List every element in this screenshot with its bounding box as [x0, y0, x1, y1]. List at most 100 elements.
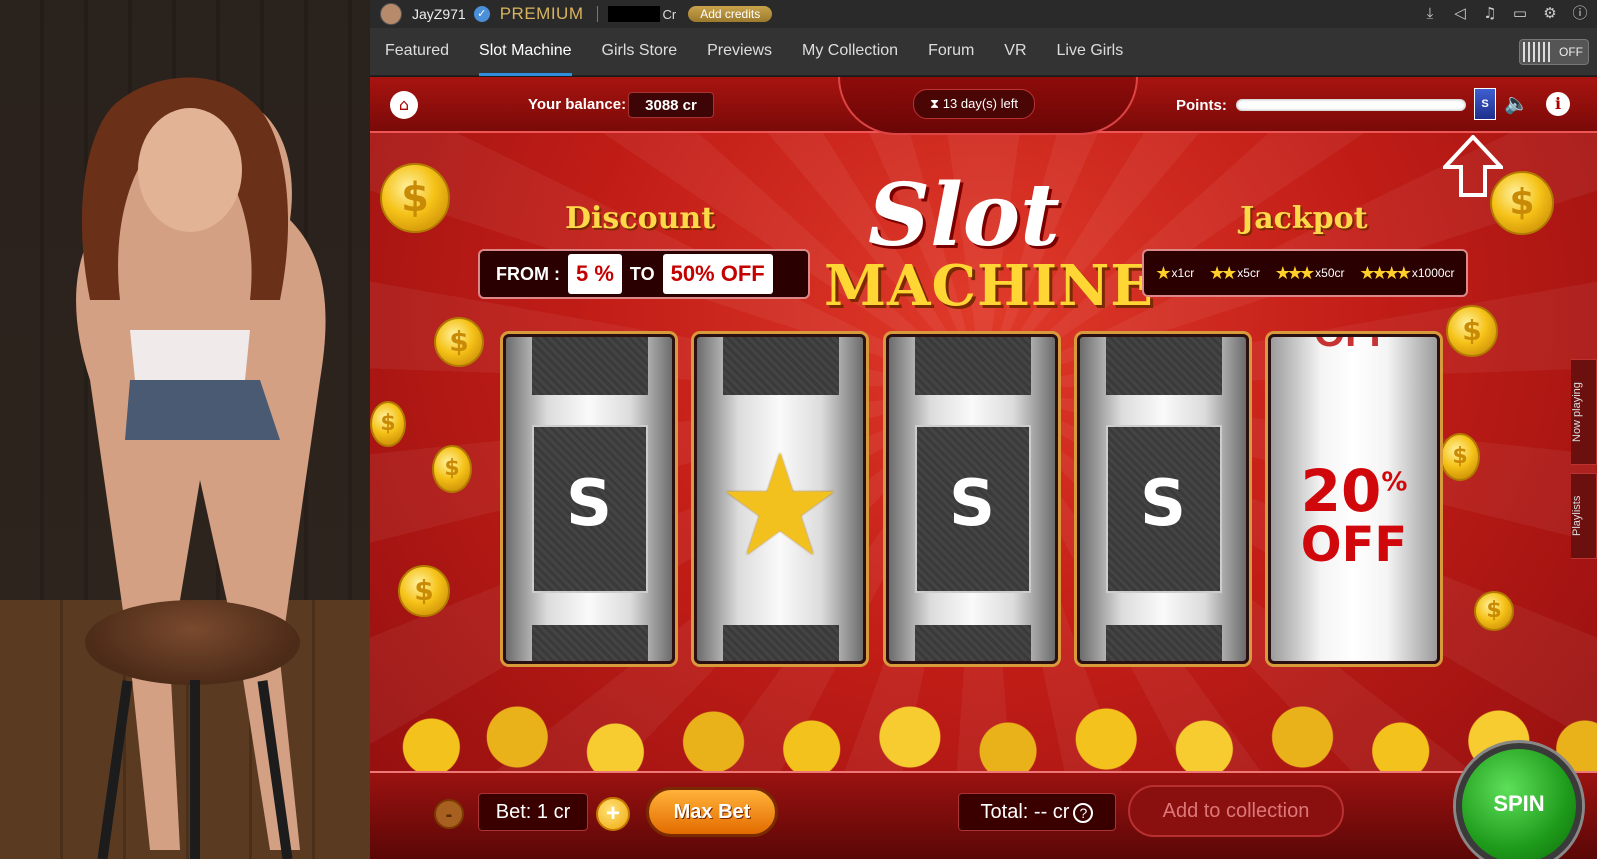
- nav-girls-store[interactable]: Girls Store: [587, 28, 693, 76]
- coin-icon: $: [1474, 591, 1514, 631]
- nav-live-girls[interactable]: Live Girls: [1042, 28, 1139, 76]
- tab-playlists[interactable]: Playlists: [1571, 473, 1597, 559]
- home-icon[interactable]: ⌂: [390, 91, 418, 119]
- bet-controls: - Bet: 1 cr + Max Bet Total: -- cr? Add …: [370, 771, 1597, 859]
- title-machine: MACHINE: [824, 253, 1154, 319]
- music-icon[interactable]: ♫: [1481, 4, 1499, 22]
- info-button-icon[interactable]: i: [1546, 92, 1570, 116]
- avatar[interactable]: [380, 3, 402, 25]
- jackpot-item: ★ x1cr: [1155, 263, 1194, 284]
- jackpot-title: Jackpot: [1240, 201, 1368, 236]
- download-icon[interactable]: ⤓: [1421, 4, 1439, 22]
- gear-icon[interactable]: ⚙: [1541, 4, 1559, 22]
- total-text: Total: -- cr: [980, 801, 1070, 823]
- credits-value-redacted: [608, 6, 661, 22]
- coin-icon: $: [380, 163, 450, 233]
- reel-3: S: [886, 334, 1058, 664]
- s-logo-icon: S: [948, 467, 996, 541]
- reel-2: ★: [694, 334, 866, 664]
- title-slot: Slot: [868, 165, 1060, 266]
- nav-vr[interactable]: VR: [989, 28, 1041, 76]
- reel-5-percent-value: 20: [1300, 457, 1382, 525]
- jackpot-item: ★★ x5cr: [1209, 263, 1260, 284]
- days-left-badge: ⧗ 13 day(s) left: [913, 89, 1035, 119]
- coin-icon: $: [398, 565, 450, 617]
- reel-stripe: [915, 625, 1031, 661]
- info-icon[interactable]: ⓘ: [1571, 4, 1589, 22]
- announce-icon[interactable]: ◁: [1451, 4, 1469, 22]
- coin-icon: $: [434, 317, 484, 367]
- sound-icon[interactable]: 🔈: [1504, 91, 1529, 117]
- bet-value: Bet: 1 cr: [478, 793, 588, 831]
- discount-to-label: TO: [629, 263, 655, 284]
- add-credits-button[interactable]: Add credits: [688, 6, 773, 22]
- tab-now-playing[interactable]: Now playing: [1571, 359, 1597, 465]
- coin-pile: [370, 677, 1597, 777]
- jackpot-label: x1000cr: [1411, 266, 1455, 280]
- promo-photo: [0, 0, 370, 859]
- days-left-text: 13 day(s) left: [942, 96, 1018, 111]
- toggle-label: OFF: [1559, 45, 1583, 59]
- monitor-icon[interactable]: ▭: [1511, 4, 1529, 22]
- toggle-grip-icon: [1523, 42, 1553, 62]
- coin-icon: $: [432, 445, 472, 493]
- username[interactable]: JayZ971: [412, 6, 466, 22]
- jackpot-item: ★★★★ x1000cr: [1359, 263, 1454, 284]
- nav-previews[interactable]: Previews: [692, 28, 787, 76]
- coin-icon: $: [1446, 305, 1498, 357]
- main-nav: Featured Slot Machine Girls Store Previe…: [370, 28, 1597, 76]
- star-icon: ★★★: [1274, 262, 1315, 284]
- nav-forum[interactable]: Forum: [913, 28, 989, 76]
- reel-stripe: [1106, 337, 1222, 395]
- star-icon: ★★★★: [1359, 262, 1412, 284]
- reel-stripe: [532, 337, 648, 395]
- reel-5-percent: 20%: [1271, 457, 1437, 525]
- jackpot-label: x1cr: [1171, 266, 1195, 280]
- star-icon: ★: [1155, 262, 1171, 284]
- nav-my-collection[interactable]: My Collection: [787, 28, 913, 76]
- points-label: Points:: [1176, 97, 1227, 114]
- reel-5-ghost-text: OFF: [1271, 337, 1437, 356]
- jackpot-label: x5cr: [1237, 266, 1260, 280]
- slot-machine-game: ⌂ Your balance: 3088 cr ⧗ 13 day(s) left…: [370, 77, 1597, 859]
- discount-to-value: 50% OFF: [662, 254, 773, 294]
- top-bar: JayZ971 ✓ PREMIUM Cr Add credits ⤓ ◁ ♫ ▭…: [370, 0, 1597, 28]
- reel-stripe: [723, 337, 839, 395]
- reel-stripe: [723, 625, 839, 661]
- help-icon[interactable]: ?: [1073, 802, 1094, 823]
- decrease-bet-button[interactable]: -: [434, 799, 464, 829]
- coin-icon: $: [1440, 433, 1480, 481]
- jackpot-label: x50cr: [1315, 266, 1345, 280]
- points-badge-icon[interactable]: S: [1474, 88, 1496, 120]
- coin-icon: $: [1490, 171, 1554, 235]
- reel-stripe: [915, 337, 1031, 395]
- discount-range: FROM : 5 % TO 50% OFF: [478, 249, 810, 299]
- balance-value: 3088 cr: [628, 92, 714, 118]
- s-logo-icon: S: [1139, 467, 1187, 541]
- reel-5: OFF 20% OFF: [1268, 334, 1440, 664]
- points-progress-bar: [1236, 99, 1466, 111]
- reel-stripe: [1106, 625, 1222, 661]
- credits-suffix: Cr: [662, 6, 677, 22]
- reel-5-percent-sign: %: [1381, 467, 1408, 498]
- increase-bet-button[interactable]: +: [596, 797, 630, 831]
- reel-1: S: [503, 334, 675, 664]
- top-icons: ⤓ ◁ ♫ ▭ ⚙ ⓘ: [1421, 4, 1589, 22]
- reel-stripe: [532, 625, 648, 661]
- nav-featured[interactable]: Featured: [370, 28, 464, 76]
- jackpot-table: ★ x1cr ★★ x5cr ★★★ x50cr ★★★★ x1000cr: [1142, 249, 1468, 297]
- spin-button[interactable]: SPIN: [1456, 743, 1582, 859]
- max-bet-button[interactable]: Max Bet: [646, 787, 778, 837]
- toggle-switch[interactable]: OFF: [1519, 39, 1589, 65]
- reel-5-off: OFF: [1300, 517, 1408, 573]
- s-logo-icon: S: [565, 467, 613, 541]
- premium-label: PREMIUM: [499, 4, 584, 23]
- coin-icon: $: [370, 401, 406, 447]
- balance-label: Your balance:: [528, 96, 627, 113]
- nav-slot-machine[interactable]: Slot Machine: [464, 28, 587, 76]
- discount-from-value: 5 %: [567, 254, 622, 294]
- jackpot-item: ★★★ x50cr: [1275, 263, 1345, 284]
- add-to-collection-button[interactable]: Add to collection: [1128, 785, 1344, 837]
- divider: [597, 6, 599, 22]
- gold-star-icon: ★: [717, 425, 843, 588]
